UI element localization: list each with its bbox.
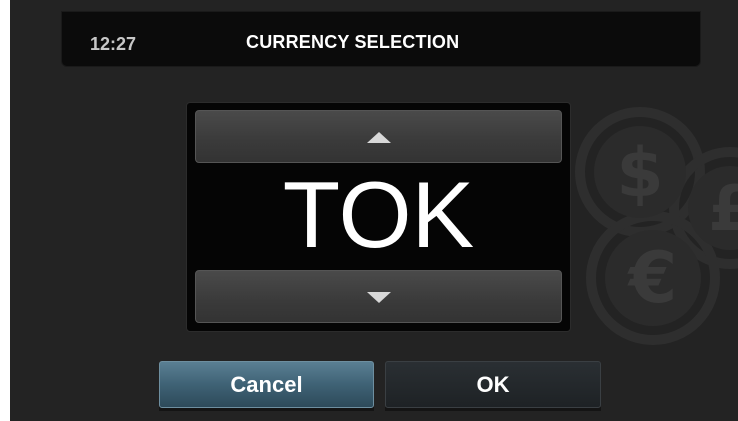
clock: 12:27 bbox=[90, 34, 137, 54]
euro-symbol: € bbox=[627, 237, 678, 319]
decrement-button[interactable] bbox=[195, 270, 562, 323]
increment-button[interactable] bbox=[195, 110, 562, 163]
screen-title: CURRENCY SELECTION bbox=[246, 32, 460, 52]
currency-code: TOK bbox=[282, 162, 475, 267]
currency-spinner: TOK bbox=[186, 102, 571, 332]
pound-symbol: £ bbox=[708, 172, 738, 245]
atm-screen: 12:27 CURRENCY SELECTION $ £ € TOK Cance… bbox=[10, 0, 738, 421]
triangle-down-icon bbox=[366, 292, 391, 303]
triangle-up-icon bbox=[366, 132, 391, 143]
ok-button[interactable]: OK bbox=[385, 361, 601, 408]
header-bar: 12:27 CURRENCY SELECTION bbox=[61, 11, 701, 67]
cancel-button[interactable]: Cancel bbox=[159, 361, 374, 408]
dollar-symbol: $ bbox=[616, 134, 663, 213]
